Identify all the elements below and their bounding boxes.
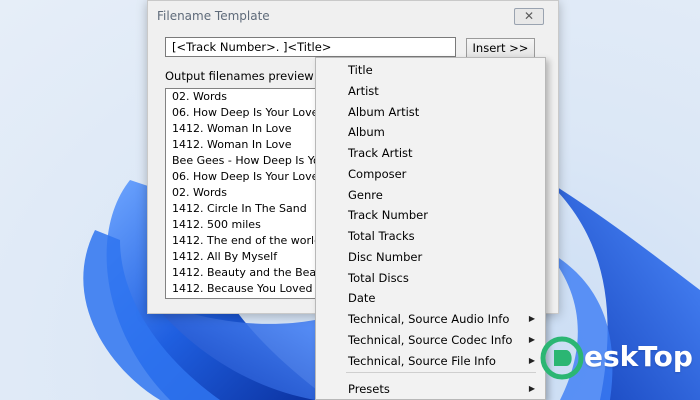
chevron-right-icon: ▶ (528, 314, 535, 323)
preview-label: Output filenames preview (165, 69, 314, 83)
chevron-right-icon: ▶ (528, 384, 535, 393)
menu-item-total-tracks[interactable]: Total Tracks (316, 226, 545, 246)
menu-item-label: Genre (348, 188, 383, 202)
menu-item-label: Album Artist (348, 105, 420, 119)
menu-item-label: Album (348, 125, 385, 139)
list-item[interactable]: 1412. Circle In The Sand (166, 201, 324, 217)
menu-item-disc-number[interactable]: Disc Number (316, 247, 545, 267)
menu-item-label: Track Number (348, 208, 428, 222)
watermark-text: eskTop (584, 340, 693, 373)
watermark: eskTop (540, 336, 700, 386)
chevron-right-icon: ▶ (528, 335, 535, 344)
list-item[interactable]: 1412. Woman In Love (166, 137, 324, 153)
list-item[interactable]: 1412. Beauty and the Beast (166, 265, 324, 281)
menu-separator (346, 372, 536, 373)
dialog-title: Filename Template (157, 9, 270, 23)
list-item[interactable]: Bee Gees - How Deep Is Your Love (166, 153, 324, 169)
close-button[interactable]: ✕ (514, 8, 544, 25)
list-item[interactable]: 1412. 500 miles (166, 217, 324, 233)
menu-item-track-number[interactable]: Track Number (316, 205, 545, 225)
menu-item-presets[interactable]: Presets ▶ (316, 379, 545, 399)
menu-item-album[interactable]: Album (316, 122, 545, 142)
menu-item-label: Technical, Source File Info (348, 354, 496, 368)
menu-item-label: Track Artist (348, 146, 413, 160)
menu-item-label: Disc Number (348, 250, 423, 264)
list-item[interactable]: 1412. The end of the world (166, 233, 324, 249)
menu-item-label: Technical, Source Codec Info (348, 333, 513, 347)
menu-item-source-audio-info[interactable]: Technical, Source Audio Info ▶ (316, 309, 545, 329)
menu-item-composer[interactable]: Composer (316, 164, 545, 184)
menu-item-label: Date (348, 291, 376, 305)
insert-field-menu: Title Artist Album Artist Album Track Ar… (315, 57, 546, 400)
menu-item-label: Title (348, 63, 373, 77)
menu-item-label: Presets (348, 382, 390, 396)
menu-item-date[interactable]: Date (316, 288, 545, 308)
menu-item-label: Composer (348, 167, 407, 181)
list-item[interactable]: 02. Words (166, 185, 324, 201)
list-item[interactable]: 1412. Because You Loved Me (166, 281, 324, 297)
insert-button[interactable]: Insert >> (466, 38, 535, 58)
menu-item-source-codec-info[interactable]: Technical, Source Codec Info ▶ (316, 330, 545, 350)
menu-item-genre[interactable]: Genre (316, 185, 545, 205)
menu-item-label: Technical, Source Audio Info (348, 312, 510, 326)
menu-item-label: Total Discs (348, 271, 409, 285)
menu-item-label: Total Tracks (348, 229, 415, 243)
desktop-logo-icon (540, 336, 584, 380)
chevron-right-icon: ▶ (528, 356, 535, 365)
menu-item-artist[interactable]: Artist (316, 81, 545, 101)
menu-item-album-artist[interactable]: Album Artist (316, 102, 545, 122)
menu-item-source-file-info[interactable]: Technical, Source File Info ▶ (316, 351, 545, 371)
list-item[interactable]: 06. How Deep Is Your Love (166, 105, 324, 121)
list-item[interactable]: 02. Words (166, 89, 324, 105)
menu-item-label: Artist (348, 84, 379, 98)
list-item[interactable]: 1412. Woman In Love (166, 121, 324, 137)
menu-item-title[interactable]: Title (316, 60, 545, 80)
list-item[interactable]: 1412. All By Myself (166, 249, 324, 265)
preview-list[interactable]: 02. Words 06. How Deep Is Your Love 1412… (165, 88, 325, 299)
menu-item-total-discs[interactable]: Total Discs (316, 268, 545, 288)
menu-item-track-artist[interactable]: Track Artist (316, 143, 545, 163)
template-input[interactable]: [<Track Number>. ]<Title> (165, 37, 456, 57)
list-item[interactable]: 06. How Deep Is Your Love (166, 169, 324, 185)
